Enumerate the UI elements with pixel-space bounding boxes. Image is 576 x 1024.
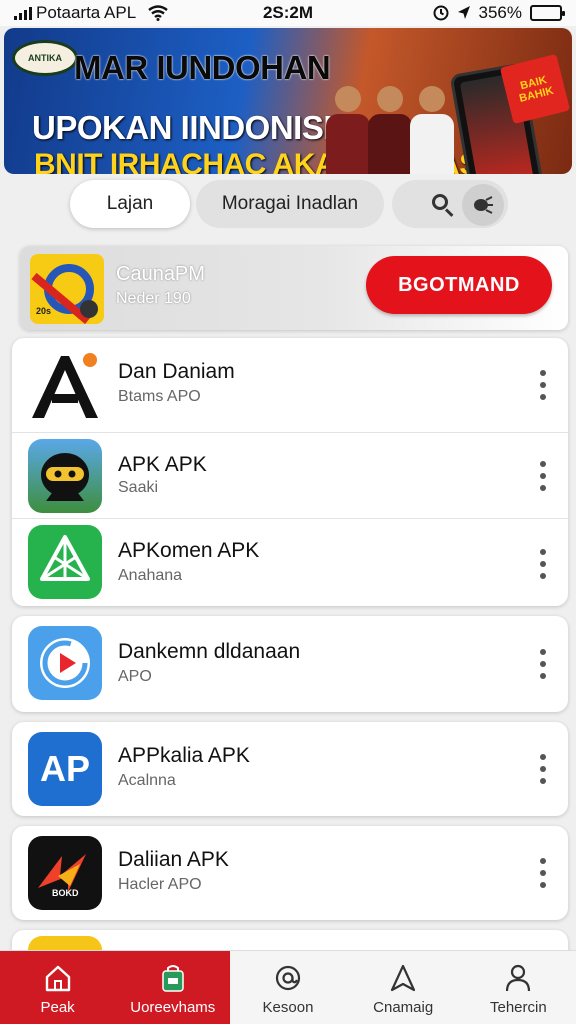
alarm-icon bbox=[433, 5, 449, 21]
app-name: Dankemn dldanaan bbox=[118, 640, 301, 663]
banner-headline: MAR IUNDOHAN bbox=[74, 49, 331, 86]
nav-item-tehercin[interactable]: Tehercin bbox=[461, 951, 576, 1024]
battery-icon bbox=[530, 5, 565, 21]
list-item[interactable]: Dankemn dldanaan APO bbox=[12, 616, 568, 712]
ninja-icon bbox=[28, 439, 102, 513]
nav-item-peak[interactable]: Peak bbox=[0, 951, 116, 1024]
location-icon bbox=[457, 6, 470, 19]
app-card: Dankemn dldanaan APO bbox=[12, 616, 568, 712]
status-bar: Potaarta APL 2S:2M 356% bbox=[0, 0, 576, 26]
nav-item-kesoon[interactable]: Kesoon bbox=[230, 951, 345, 1024]
play-circle-icon bbox=[28, 626, 102, 700]
more-options-icon[interactable] bbox=[538, 370, 548, 400]
list-item[interactable]: APK APK Saaki bbox=[12, 432, 568, 518]
bag-icon bbox=[162, 965, 184, 992]
app-name: Daliian APK bbox=[118, 848, 229, 871]
nav-label: Kesoon bbox=[262, 999, 314, 1016]
lightning-icon-text: BOKD bbox=[52, 888, 79, 898]
more-options-icon[interactable] bbox=[538, 649, 548, 679]
nav-label: Peak bbox=[40, 999, 75, 1016]
letter-a-icon bbox=[28, 348, 102, 422]
list-item[interactable]: AP APPkalia APK Acalnna bbox=[12, 722, 568, 816]
person-icon bbox=[506, 964, 531, 992]
tab-lajan[interactable]: Lajan bbox=[70, 180, 190, 228]
more-options-icon[interactable] bbox=[538, 754, 548, 784]
promo-banner[interactable]: ANTIKA MAR IUNDOHAN UPOKAN IINDONISIA BN… bbox=[4, 28, 572, 174]
banner-subheadline: UPOKAN IINDONISIA bbox=[32, 109, 356, 146]
tab-bar: Lajan Moragai Inadlan bbox=[0, 180, 576, 232]
battery-percent: 356% bbox=[478, 3, 522, 22]
bottom-nav: Peak Uoreevhams Kesoon Cnamaig Tehercin bbox=[0, 950, 576, 1024]
download-button[interactable]: BGOTMAND bbox=[366, 256, 552, 314]
navigate-icon bbox=[391, 964, 416, 992]
banner-logo: ANTIKA bbox=[12, 40, 78, 76]
banner-people-image bbox=[326, 76, 456, 174]
featured-icon-tag: 20s bbox=[36, 306, 52, 316]
nav-item-uoreevhams[interactable]: Uoreevhams bbox=[115, 951, 231, 1024]
app-name: APPkalia APK bbox=[118, 744, 250, 767]
list-item[interactable]: BOKD Daliian APK Hacler APO bbox=[12, 826, 568, 920]
app-card: BOKD Daliian APK Hacler APO bbox=[12, 826, 568, 920]
app-name: APKomen APK bbox=[118, 539, 260, 562]
app-name: Dan Daniam bbox=[118, 360, 235, 383]
list-item[interactable]: Dan Daniam Btams APO bbox=[12, 338, 568, 432]
at-icon bbox=[275, 965, 301, 991]
search-icon[interactable] bbox=[432, 194, 454, 217]
featured-app-subtitle: Neder 190 bbox=[116, 290, 191, 307]
app-list-group: Dan Daniam Btams APO APK APK Saaki APKom… bbox=[12, 338, 568, 606]
app-subtitle: Acalnna bbox=[118, 772, 176, 789]
app-subtitle: Saaki bbox=[118, 479, 159, 496]
list-item[interactable]: APKomen APK Anahana bbox=[12, 518, 568, 606]
nav-item-cnamaig[interactable]: Cnamaig bbox=[346, 951, 461, 1024]
featured-app-card[interactable]: 20s CaunaPM Neder 190 BGOTMAND bbox=[20, 246, 568, 330]
featured-app-name: CaunaPM bbox=[116, 263, 205, 285]
voice-icon bbox=[474, 196, 493, 214]
carrier-name: Potaarta APL bbox=[36, 3, 137, 22]
nav-label: Uoreevhams bbox=[130, 999, 216, 1016]
more-options-icon[interactable] bbox=[538, 858, 548, 888]
lightning-icon: BOKD bbox=[28, 836, 102, 910]
voice-button[interactable] bbox=[462, 184, 504, 226]
app-subtitle: Btams APO bbox=[118, 388, 201, 405]
ap-logo-icon: AP bbox=[28, 732, 102, 806]
tab-moragai-inadlan[interactable]: Moragai Inadlan bbox=[196, 180, 384, 228]
featured-app-icon: 20s bbox=[30, 254, 104, 324]
app-subtitle: Anahana bbox=[118, 567, 183, 584]
more-options-icon[interactable] bbox=[538, 549, 548, 579]
banner-badge: BAIK BAHIK bbox=[499, 53, 571, 125]
app-name: APK APK bbox=[118, 453, 207, 476]
triangle-shape-icon bbox=[28, 525, 102, 599]
nav-label: Cnamaig bbox=[373, 999, 434, 1016]
app-subtitle: Hacler APO bbox=[118, 876, 202, 893]
signal-icon bbox=[14, 6, 32, 20]
wifi-icon bbox=[148, 5, 168, 21]
home-icon bbox=[45, 965, 70, 992]
app-card: AP APPkalia APK Acalnna bbox=[12, 722, 568, 816]
nav-label: Tehercin bbox=[489, 999, 547, 1016]
app-subtitle: APO bbox=[118, 668, 152, 685]
more-options-icon[interactable] bbox=[538, 461, 548, 491]
ap-logo-text: AP bbox=[39, 748, 90, 789]
